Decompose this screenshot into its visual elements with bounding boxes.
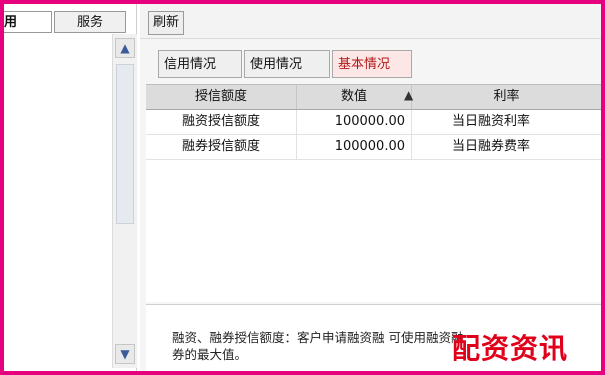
table-cell: 融券授信额度 bbox=[146, 135, 297, 159]
tab-service[interactable]: 服务 bbox=[54, 11, 126, 33]
column-header-rate[interactable]: 利率 bbox=[412, 85, 601, 109]
column-header-credit-limit[interactable]: 授信额度 bbox=[146, 85, 297, 109]
table-cell: 当日融资利率 bbox=[452, 114, 531, 129]
table-cell: 融资授信额度 bbox=[146, 110, 297, 134]
table-row[interactable]: 融券授信额度 100000.00 当日融券费率 bbox=[146, 135, 601, 160]
watermark: 配资资讯 bbox=[452, 332, 569, 365]
table-header: 授信额度 数值 ▲ 利率 bbox=[146, 85, 601, 110]
table-cell: 100000.00 bbox=[297, 110, 412, 134]
sidebar-list bbox=[4, 34, 112, 369]
tab-credit[interactable]: 用 bbox=[4, 11, 52, 33]
credit-table: 授信额度 数值 ▲ 利率 融资授信额度 100000.00 当日融资利率 融券授… bbox=[146, 84, 601, 302]
main-panel: 刷新 信用情况 使用情况 基本情况 授信额度 数值 ▲ 利率 融资授信额度 10… bbox=[140, 4, 601, 372]
tab-credit-status[interactable]: 信用情况 bbox=[158, 50, 242, 78]
scroll-up-icon[interactable]: ▲ bbox=[115, 38, 135, 58]
description-text: 融资、融券授信额度：客户申请融资融 可使用融资融券的最大值。 bbox=[172, 330, 464, 362]
sidebar-tabs: 用 服务 bbox=[4, 8, 136, 34]
column-header-value[interactable]: 数值 bbox=[297, 85, 412, 109]
refresh-button[interactable]: 刷新 bbox=[148, 11, 185, 35]
scroll-thumb[interactable] bbox=[116, 64, 134, 224]
tab-usage-status[interactable]: 使用情况 bbox=[244, 50, 330, 78]
left-panel: 用 服务 ▲ ▼ bbox=[4, 4, 137, 371]
tab-basic-status[interactable]: 基本情况 bbox=[332, 50, 412, 78]
scroll-down-icon[interactable]: ▼ bbox=[115, 344, 135, 364]
sidebar-scrollbar[interactable]: ▲ ▼ bbox=[112, 34, 137, 368]
table-cell: 100000.00 bbox=[297, 135, 412, 159]
table-row[interactable]: 融资授信额度 100000.00 当日融资利率 bbox=[146, 110, 601, 135]
table-cell: 当日融券费率 bbox=[452, 139, 531, 154]
toolbar: 刷新 bbox=[140, 4, 601, 39]
